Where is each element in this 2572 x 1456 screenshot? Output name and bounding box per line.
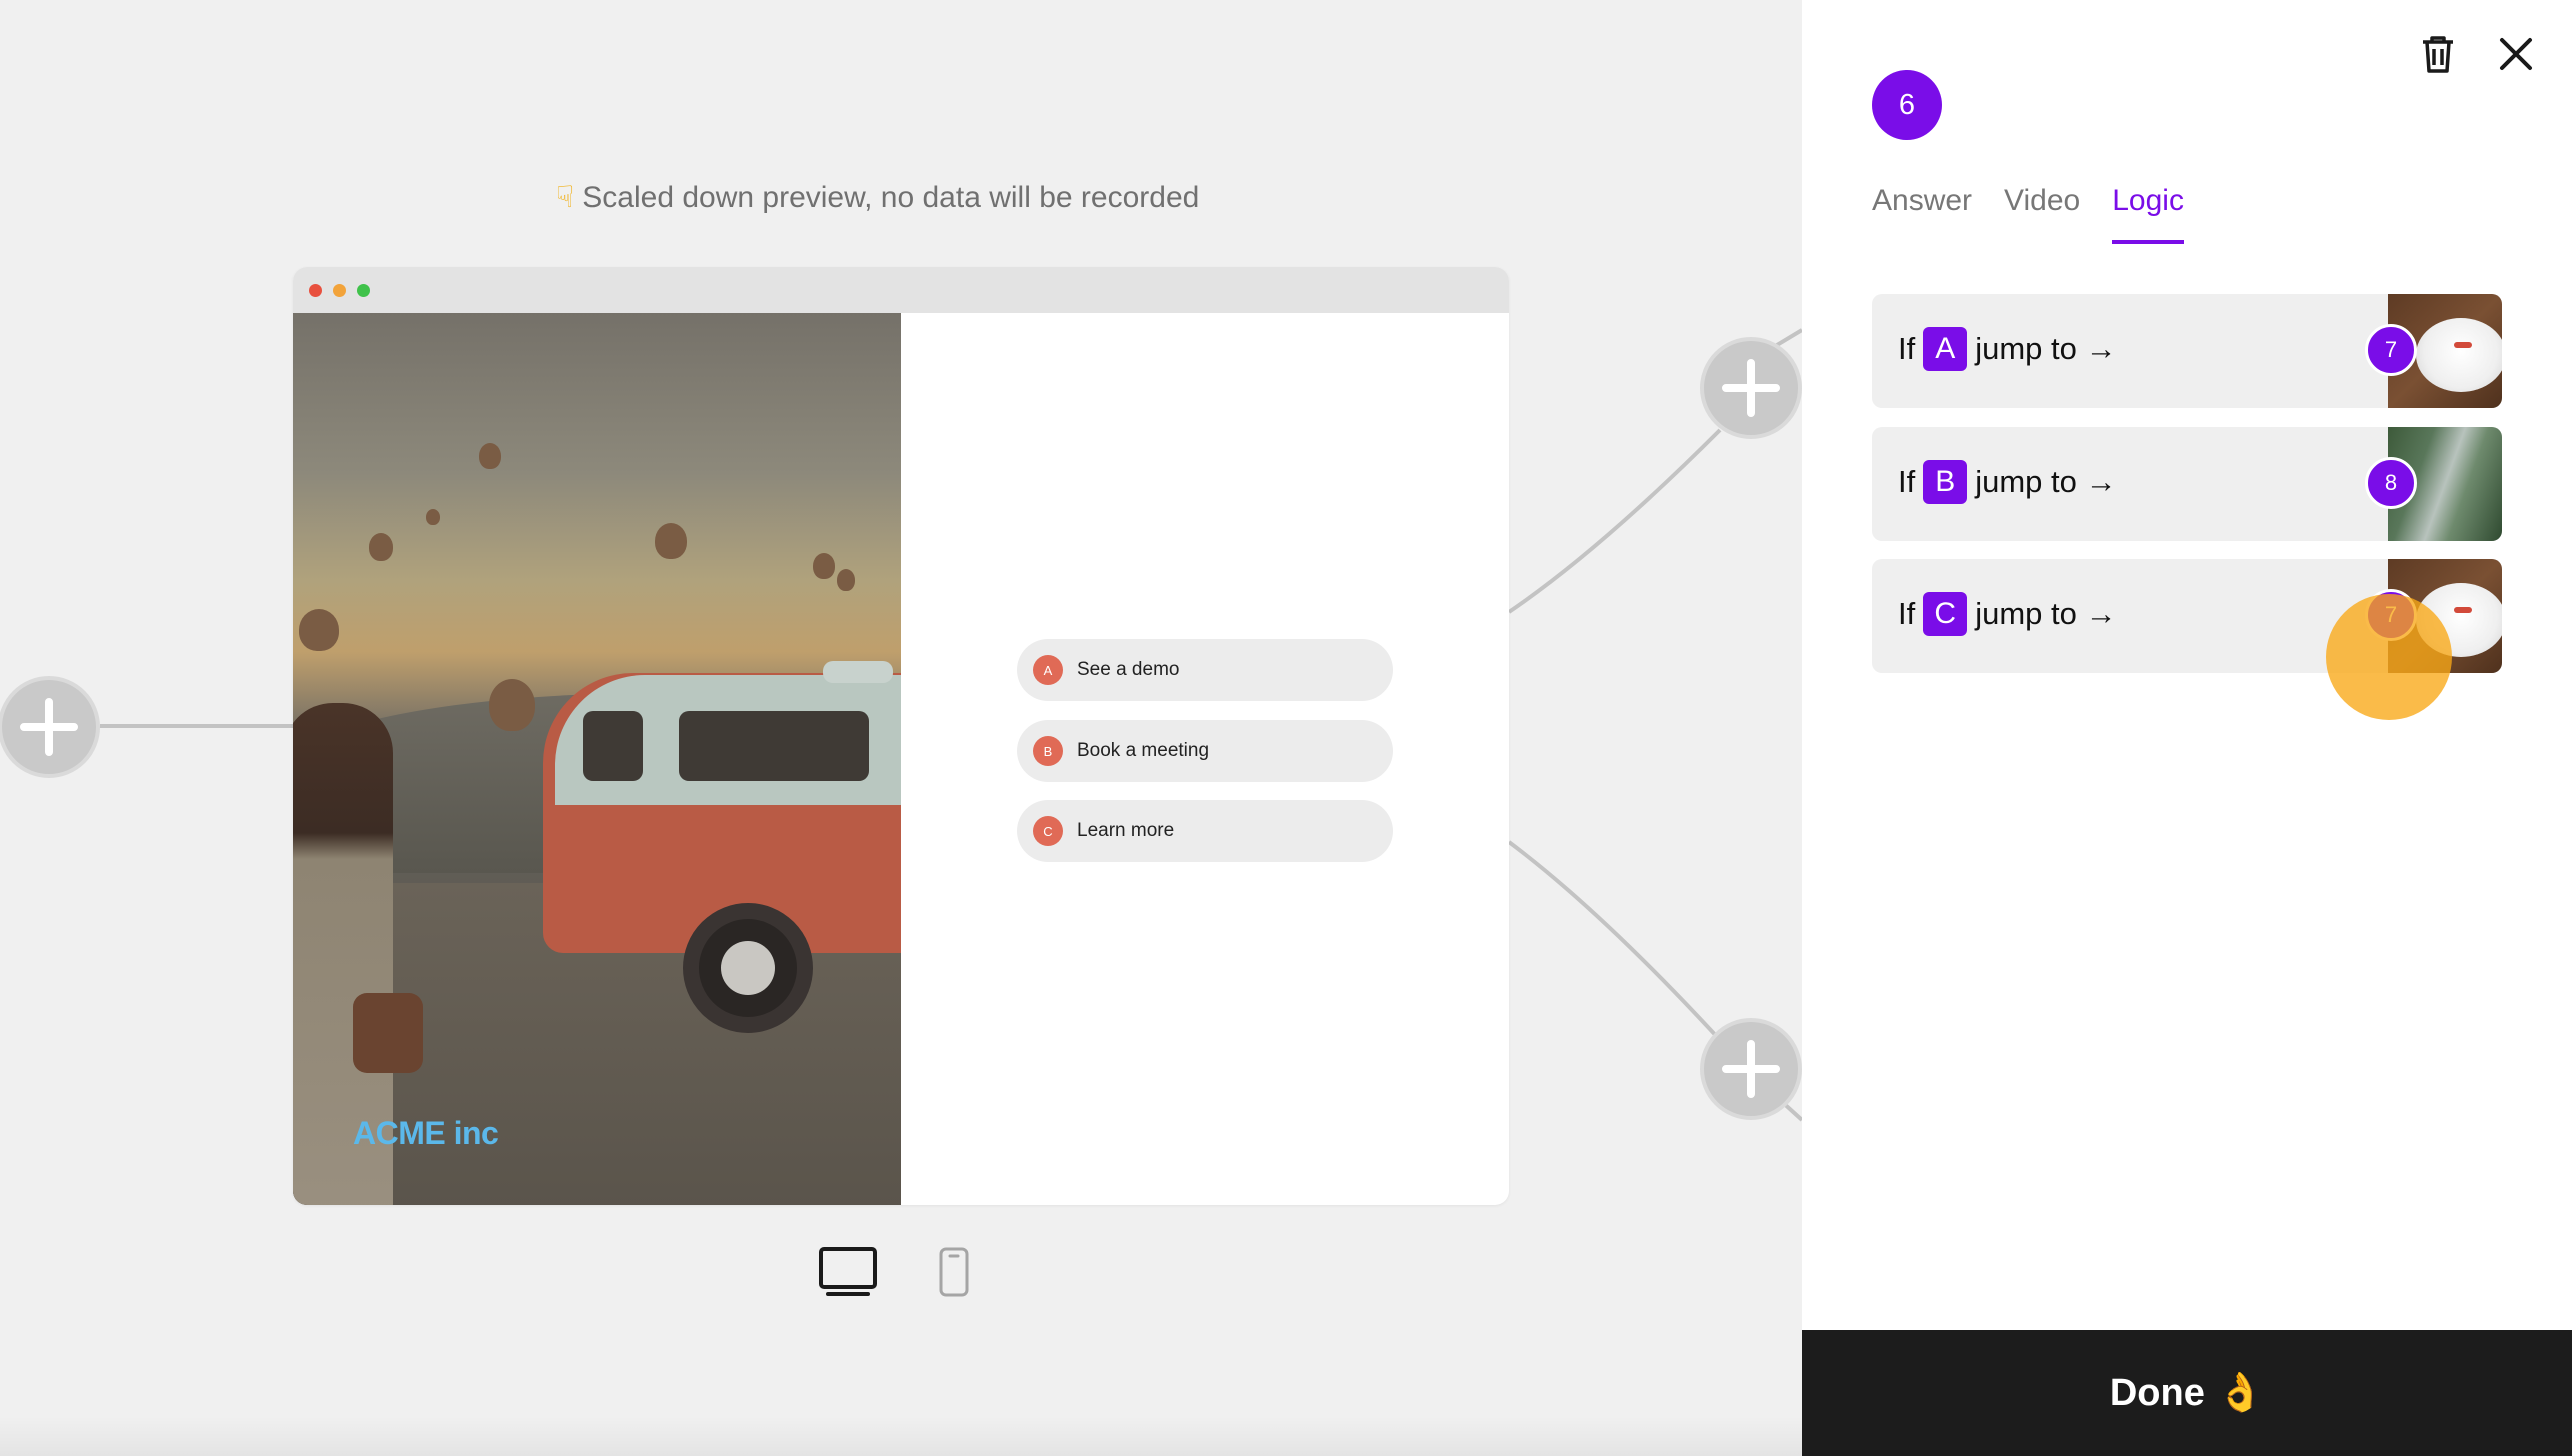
window-maximize-dot [357, 284, 370, 297]
logic-rule-a[interactable]: If A jump to → 7 [1872, 294, 2502, 408]
answer-label: Book a meeting [1077, 740, 1210, 761]
balloon [655, 523, 687, 559]
video-preview[interactable]: ACME inc [293, 313, 901, 1205]
connector-bottom-right [1507, 840, 1722, 1042]
add-step-bottom-right-button[interactable] [1700, 1018, 1802, 1120]
preview-note: ☟ Scaled down preview, no data will be re… [556, 180, 1256, 215]
balloon [837, 569, 855, 591]
van-wheel [683, 903, 813, 1033]
logic-rule-text: If B jump to → [1898, 460, 2117, 504]
close-panel-button[interactable] [2498, 36, 2534, 77]
rule-answer-letter: C [1923, 592, 1968, 636]
logic-rule-text: If C jump to → [1898, 592, 2117, 636]
answer-letter: A [1033, 655, 1063, 685]
flow-canvas: ☟ Scaled down preview, no data will be re… [0, 0, 1802, 1456]
pointing-down-hand-icon: ☟ [556, 181, 575, 214]
van-window [679, 711, 869, 781]
plus-icon [1722, 1040, 1780, 1098]
panel-tabs: Answer Video Logic [1872, 184, 2184, 244]
balloon [299, 609, 339, 651]
answer-label: See a demo [1077, 659, 1180, 680]
rule-suffix: jump to → [1975, 464, 2117, 499]
canvas-bottom-shade [0, 1416, 1802, 1456]
robot-vacuum [2416, 583, 2502, 657]
step-settings-panel: 6 Answer Video Logic If A jump to → 7 If… [1802, 0, 2572, 1456]
rule-prefix: If [1898, 331, 1916, 366]
browser-preview: ACME inc A See a demo B Book a meeting C… [293, 267, 1509, 1205]
answer-letter: B [1033, 736, 1063, 766]
tab-answer[interactable]: Answer [1872, 184, 1972, 244]
answer-option-b[interactable]: B Book a meeting [1017, 720, 1393, 782]
tab-video[interactable]: Video [2004, 184, 2080, 244]
rule-answer-letter: A [1923, 327, 1968, 371]
desktop-view-button[interactable] [818, 1246, 878, 1303]
van-roof [823, 661, 893, 683]
preview-note-text: Scaled down preview, no data will be rec… [582, 181, 1200, 214]
answer-label: Learn more [1077, 820, 1175, 841]
desktop-icon [819, 1247, 877, 1296]
van-window [583, 711, 643, 781]
robot-vacuum [2416, 318, 2502, 392]
logic-rule-text: If A jump to → [1898, 327, 2117, 371]
balloon [426, 509, 440, 525]
rule-suffix: jump to → [1975, 596, 2117, 631]
rule-prefix: If [1898, 596, 1916, 631]
mobile-icon [939, 1247, 969, 1297]
rule-answer-letter: B [1923, 460, 1968, 504]
browser-chrome [293, 267, 1509, 313]
target-step-badge: 7 [2365, 589, 2417, 641]
rule-suffix: jump to → [1975, 331, 2117, 366]
plus-icon [20, 698, 78, 756]
done-button[interactable]: Done 👌 [1802, 1330, 2572, 1456]
logic-rule-c[interactable]: If C jump to → 7 [1872, 559, 2502, 673]
tab-logic[interactable]: Logic [2112, 184, 2184, 244]
rule-prefix: If [1898, 464, 1916, 499]
connector-top-right [1507, 428, 1722, 614]
plus-icon [1722, 359, 1780, 417]
balloon [813, 553, 835, 579]
trash-icon [2423, 36, 2453, 73]
add-step-top-right-button[interactable] [1700, 337, 1802, 439]
target-step-badge: 8 [2365, 457, 2417, 509]
answer-option-c[interactable]: C Learn more [1017, 800, 1393, 862]
bag [353, 993, 423, 1073]
close-icon [2500, 38, 2532, 70]
balloon [479, 443, 501, 469]
window-close-dot [309, 284, 322, 297]
balloon [489, 679, 535, 731]
brand-logo: ACME inc [353, 1115, 499, 1151]
mobile-view-button[interactable] [938, 1246, 970, 1303]
logic-rule-b[interactable]: If B jump to → 8 [1872, 427, 2502, 541]
answer-letter: C [1033, 816, 1063, 846]
ok-hand-icon: 👌 [2216, 1372, 2265, 1414]
answer-option-a[interactable]: A See a demo [1017, 639, 1393, 701]
window-minimize-dot [333, 284, 346, 297]
target-step-badge: 7 [2365, 324, 2417, 376]
balloon [369, 533, 393, 561]
delete-step-button[interactable] [2420, 34, 2456, 79]
done-label: Done [2109, 1371, 2205, 1414]
step-number-badge: 6 [1872, 70, 1942, 140]
add-step-left-button[interactable] [0, 676, 100, 778]
